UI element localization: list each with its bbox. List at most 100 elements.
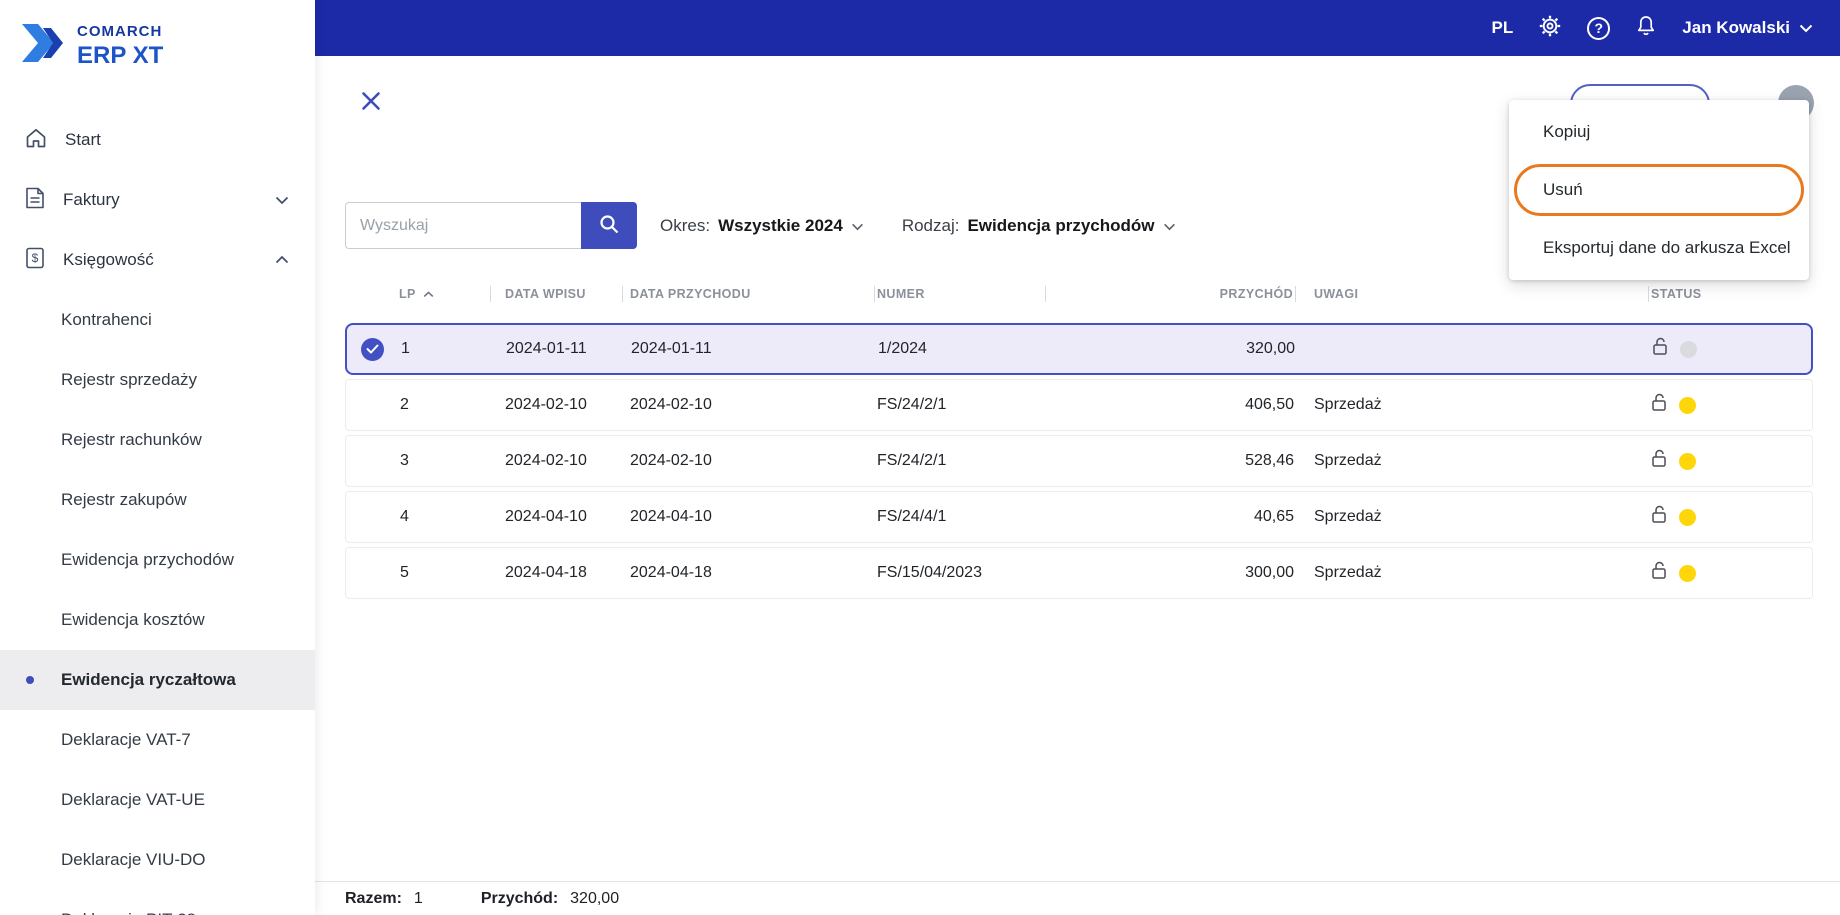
cell-przychod: 40,65 — [1253, 508, 1294, 525]
help-button[interactable]: ? — [1587, 16, 1611, 40]
sidebar-item-rejestr-zakupow[interactable]: Rejestr zakupów — [0, 470, 315, 530]
sidebar-nav: Start Faktury $ Księgowość Kontrahenci R… — [0, 110, 315, 915]
chevron-down-icon — [851, 216, 864, 236]
brand-line1: COMARCH — [77, 23, 163, 40]
status-dot — [1679, 564, 1696, 582]
cell-data-przychodu: 2024-01-11 — [631, 340, 712, 357]
cell-lp: 2 — [400, 396, 409, 413]
sidebar-item-ewidencja-przychodow[interactable]: Ewidencja przychodów — [0, 530, 315, 590]
income-value: 320,00 — [570, 889, 620, 907]
sidebar-item-start[interactable]: Start — [0, 110, 315, 170]
cell-uwagi: Sprzedaż — [1314, 452, 1382, 469]
app-root: COMARCH ERP XT Start Faktury $ Księgowoś… — [0, 0, 1840, 915]
context-menu: Kopiuj Usuń Eksportuj dane do arkusza Ex… — [1509, 100, 1809, 280]
menu-item-usun[interactable]: Usuń — [1514, 164, 1804, 216]
open-lock-icon — [1651, 505, 1668, 529]
cell-numer: FS/24/4/1 — [877, 508, 947, 525]
cell-status — [1649, 505, 1812, 529]
toolbar: Okres: Wszystkie 2024 Rodzaj: Ewidencja … — [345, 202, 1176, 249]
cell-data-wpisu: 2024-01-11 — [506, 340, 587, 357]
cell-numer: FS/15/04/2023 — [877, 564, 982, 581]
table-row[interactable]: 3 2024-02-10 2024-02-10 FS/24/2/1 528,46… — [345, 435, 1813, 487]
sidebar-item-label: Rejestr zakupów — [61, 490, 187, 509]
sidebar-item-label: Start — [65, 130, 101, 149]
language-button[interactable]: PL — [1492, 18, 1514, 38]
sidebar-item-label: Księgowość — [63, 250, 154, 269]
svg-text:$: $ — [32, 251, 39, 265]
cell-uwagi: Sprzedaż — [1314, 564, 1382, 581]
open-lock-icon — [1651, 561, 1668, 585]
table-row[interactable]: 4 2024-04-10 2024-04-10 FS/24/4/1 40,65 … — [345, 491, 1813, 543]
sidebar-item-deklaracje-vat7[interactable]: Deklaracje VAT-7 — [0, 710, 315, 770]
close-button[interactable] — [359, 89, 385, 115]
column-header-przychod[interactable]: PRZYCHÓD — [1045, 286, 1295, 302]
notifications-button[interactable] — [1635, 14, 1657, 43]
cell-lp: 3 — [400, 452, 409, 469]
cell-status — [1649, 393, 1812, 417]
ledger-icon: $ — [24, 246, 46, 275]
invoice-icon — [24, 186, 46, 215]
table-row[interactable]: 5 2024-04-18 2024-04-18 FS/15/04/2023 30… — [345, 547, 1813, 599]
sidebar: COMARCH ERP XT Start Faktury $ Księgowoś… — [0, 0, 315, 915]
status-dot — [1679, 508, 1696, 526]
sidebar-item-faktury[interactable]: Faktury — [0, 170, 315, 230]
summary-bar: Razem: 1 Przychód: 320,00 — [315, 881, 1840, 915]
table-row[interactable]: 2 2024-02-10 2024-02-10 FS/24/2/1 406,50… — [345, 379, 1813, 431]
sidebar-item-ewidencja-ryczaltowa[interactable]: Ewidencja ryczałtowa — [0, 650, 315, 710]
sidebar-item-label: Ewidencja kosztów — [61, 610, 205, 629]
records-table: LP DATA WPISU DATA PRZYCHODU NUMER PRZYC… — [345, 282, 1813, 603]
sidebar-item-deklaracje-pit28[interactable]: Deklaracje PIT-28 — [0, 890, 315, 915]
sidebar-item-ewidencja-kosztow[interactable]: Ewidencja kosztów — [0, 590, 315, 650]
period-filter[interactable]: Okres: Wszystkie 2024 — [660, 216, 864, 236]
sidebar-item-label: Rejestr sprzedaży — [61, 370, 198, 389]
gear-icon — [1538, 14, 1562, 43]
column-header-data-wpisu[interactable]: DATA WPISU — [490, 286, 622, 302]
cell-przychod: 528,46 — [1245, 452, 1294, 469]
comarch-logo: COMARCH ERP XT — [0, 0, 315, 104]
cell-data-wpisu: 2024-04-18 — [505, 564, 587, 581]
period-label: Okres: — [660, 215, 711, 235]
status-dot — [1679, 452, 1696, 470]
user-menu[interactable]: Jan Kowalski — [1682, 18, 1813, 38]
check-icon — [360, 337, 384, 361]
type-label: Rodzaj: — [901, 215, 960, 235]
cell-status — [1649, 561, 1812, 585]
menu-item-eksportuj[interactable]: Eksportuj dane do arkusza Excel — [1509, 219, 1809, 277]
column-label: LP — [399, 287, 416, 301]
sidebar-item-rejestr-rachunkow[interactable]: Rejestr rachunków — [0, 410, 315, 470]
cell-data-przychodu: 2024-02-10 — [630, 452, 712, 469]
sidebar-item-rejestr-sprzedazy[interactable]: Rejestr sprzedaży — [0, 350, 315, 410]
menu-item-kopiuj[interactable]: Kopiuj — [1509, 103, 1809, 161]
settings-button[interactable] — [1538, 14, 1562, 43]
sort-asc-icon — [423, 287, 434, 301]
column-header-status[interactable]: STATUS — [1648, 286, 1813, 302]
column-header-data-przychodu[interactable]: DATA PRZYCHODU — [622, 286, 874, 302]
chevron-down-icon — [1163, 216, 1176, 236]
search-button[interactable] — [581, 202, 637, 249]
sidebar-item-deklaracje-viudo[interactable]: Deklaracje VIU-DO — [0, 830, 315, 890]
search-input[interactable] — [345, 202, 581, 249]
table-header: LP DATA WPISU DATA PRZYCHODU NUMER PRZYC… — [345, 282, 1813, 306]
search-icon — [598, 213, 620, 238]
column-header-lp[interactable]: LP — [395, 286, 490, 302]
column-header-checkbox — [345, 286, 395, 302]
type-filter[interactable]: Rodzaj: Ewidencja przychodów — [902, 216, 1176, 236]
sidebar-item-ksiegowosc[interactable]: $ Księgowość — [0, 230, 315, 290]
cell-data-przychodu: 2024-04-18 — [630, 564, 712, 581]
column-header-uwagi[interactable]: UWAGI — [1295, 286, 1648, 302]
column-header-numer[interactable]: NUMER — [874, 286, 1045, 302]
user-name: Jan Kowalski — [1682, 18, 1790, 37]
sidebar-item-label: Deklaracje VAT-7 — [61, 730, 191, 749]
cell-lp: 4 — [400, 508, 409, 525]
comarch-logo-icon — [20, 22, 66, 69]
home-icon — [24, 126, 48, 155]
sidebar-item-deklaracje-vatue[interactable]: Deklaracje VAT-UE — [0, 770, 315, 830]
row-checkbox[interactable] — [347, 337, 397, 361]
table-row[interactable]: 1 2024-01-11 2024-01-11 1/2024 320,00 — [345, 323, 1813, 375]
selected-indicator-dot — [26, 676, 34, 684]
sidebar-item-label: Deklaracje PIT-28 — [61, 910, 196, 915]
topbar: PL ? Jan Kowalski — [315, 0, 1840, 56]
sidebar-item-kontrahenci[interactable]: Kontrahenci — [0, 290, 315, 350]
cell-lp: 5 — [400, 564, 409, 581]
open-lock-icon — [1651, 449, 1668, 473]
